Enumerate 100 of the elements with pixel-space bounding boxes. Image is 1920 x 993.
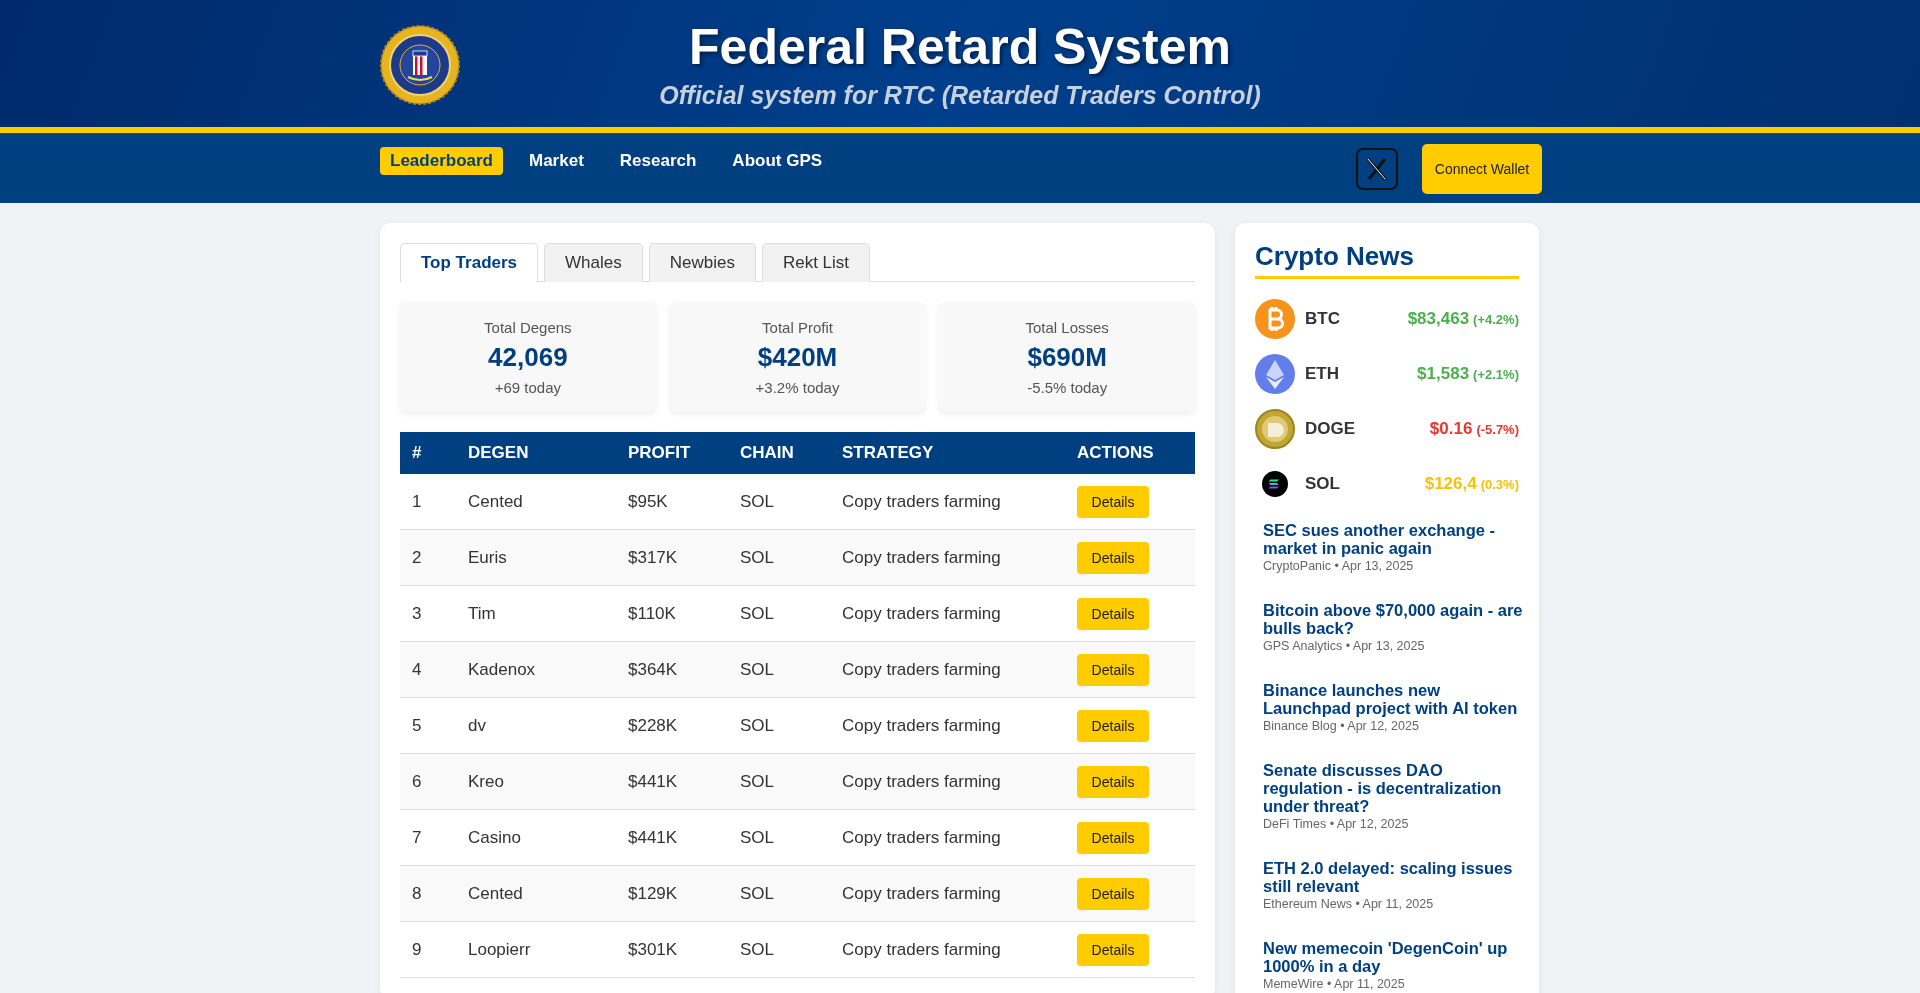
table-cell: 8: [400, 865, 456, 922]
details-button[interactable]: Details: [1077, 653, 1149, 686]
news-meta: CryptoPanic • Apr 13, 2025: [1263, 559, 1415, 573]
connect-wallet-button[interactable]: Connect Wallet: [1422, 143, 1542, 194]
nav-link[interactable]: Leaderboard: [380, 147, 503, 175]
news-title: Crypto News: [1255, 241, 1519, 279]
coin-change: (+4.2%): [1473, 311, 1519, 327]
news-headline[interactable]: New memecoin 'DegenCoin' up 1000% in a day: [1263, 939, 1527, 975]
news-meta: Ethereum News • Apr 11, 2025: [1263, 897, 1435, 911]
details-button[interactable]: Details: [1077, 597, 1149, 630]
coin-symbol: SOL: [1305, 474, 1341, 494]
table-cell: $228K: [616, 697, 728, 754]
table-cell: SOL: [728, 753, 830, 810]
table-cell: SOL: [728, 809, 830, 866]
coin-symbol: ETH: [1305, 364, 1340, 384]
table-cell: Copy traders farming: [830, 641, 1065, 698]
stat-change: +3.2% today: [755, 378, 840, 396]
stat-label: Total Degens: [484, 318, 572, 336]
table-cell: Kadenox: [456, 641, 616, 698]
stat-value: $420M: [757, 341, 838, 373]
table-cell: SOL: [728, 641, 830, 698]
column-header: CHAIN: [728, 432, 830, 474]
nav-link[interactable]: About GPS: [722, 147, 833, 175]
coin-symbol: DOGE: [1305, 419, 1357, 439]
news-headline[interactable]: Senate discusses DAO regulation - is decentralization under threat?: [1263, 761, 1527, 815]
table-cell: SOL: [728, 697, 830, 754]
table-cell: $95K: [616, 474, 728, 530]
column-header: ACTIONS: [1065, 432, 1195, 474]
coin-change: (+2.1%): [1473, 366, 1519, 382]
nav-link[interactable]: Market: [519, 147, 594, 175]
column-header: STRATEGY: [830, 432, 1065, 474]
table-cell: $301K: [616, 921, 728, 978]
stat-change: -5.5% today: [1027, 378, 1108, 396]
table-cell: Copy traders farming: [830, 921, 1065, 978]
table-cell: Euris: [456, 529, 616, 586]
coin-price: $83,463: [1407, 309, 1470, 329]
bitcoin-coin-icon: [1255, 299, 1295, 339]
table-cell: Copy traders farming: [830, 697, 1065, 754]
table-cell: dv: [456, 697, 616, 754]
details-button[interactable]: Details: [1077, 821, 1149, 854]
news-headline[interactable]: SEC sues another exchange - market in panic again: [1263, 521, 1527, 557]
coin-price: $1,583: [1417, 364, 1470, 384]
table-cell: Copy traders farming: [830, 865, 1065, 922]
solana-coin-icon: [1262, 471, 1288, 497]
table-cell: Copy traders farming: [830, 529, 1065, 586]
table-cell: SOL: [728, 474, 830, 530]
tab[interactable]: Newbies: [648, 243, 756, 282]
table-cell: SOL: [728, 585, 830, 642]
column-header: DEGEN: [456, 432, 616, 474]
stat-change: +69 today: [494, 378, 561, 396]
table-cell: $317K: [616, 529, 728, 586]
table-cell: SOL: [728, 865, 830, 922]
coin-price: $126,4: [1424, 474, 1477, 494]
tab[interactable]: Rekt List: [761, 243, 871, 282]
stat-value: 42,069: [488, 341, 568, 373]
table-cell: $441K: [616, 753, 728, 810]
table-cell: 5: [400, 697, 456, 754]
table-cell: $129K: [616, 865, 728, 922]
table-cell: Copy traders farming: [830, 474, 1065, 530]
details-button[interactable]: Details: [1077, 765, 1149, 798]
nav-link[interactable]: Research: [609, 147, 707, 175]
table-cell: 2: [400, 529, 456, 586]
details-button[interactable]: Details: [1077, 485, 1149, 518]
news-meta: MemeWire • Apr 11, 2025: [1263, 977, 1406, 991]
column-header: PROFIT: [616, 432, 728, 474]
coin-symbol: BTC: [1305, 309, 1341, 329]
x-logo-icon[interactable]: [1356, 147, 1398, 190]
details-button[interactable]: Details: [1077, 877, 1149, 910]
news-headline[interactable]: ETH 2.0 delayed: scaling issues still relevant: [1263, 859, 1527, 895]
ethereum-coin-icon: [1255, 354, 1295, 394]
table-cell: SOL: [728, 529, 830, 586]
dog-coin-icon: [1255, 409, 1295, 449]
coin-price: $0.16: [1429, 419, 1473, 439]
table-cell: 9: [400, 921, 456, 978]
tab[interactable]: Whales: [544, 243, 643, 282]
stat-value: $690M: [1027, 341, 1107, 373]
table-cell: 3: [400, 585, 456, 642]
news-meta: DeFi Times • Apr 12, 2025: [1263, 817, 1410, 831]
site-subtitle: Official system for RTC (Retarded Traders Control): [659, 80, 1261, 110]
news-headline[interactable]: Bitcoin above $70,000 again - are bulls back?: [1263, 601, 1527, 637]
details-button[interactable]: Details: [1077, 709, 1149, 742]
table-cell: $364K: [616, 641, 728, 698]
table-cell: Copy traders farming: [830, 753, 1065, 810]
seal-icon: [380, 24, 460, 105]
stat-label: Total Profit: [762, 318, 833, 336]
table-cell: Cented: [456, 865, 616, 922]
news-headline[interactable]: Binance launches new Launchpad project with AI token: [1263, 681, 1527, 717]
details-button[interactable]: Details: [1077, 933, 1149, 966]
table-cell: 4: [400, 641, 456, 698]
table-cell: 1: [400, 474, 456, 530]
tab[interactable]: Top Traders: [400, 243, 539, 282]
table-cell: Casino: [456, 809, 616, 866]
coin-change: (0.3%): [1480, 476, 1519, 492]
table-cell: Loopierr: [456, 921, 616, 978]
stat-label: Total Losses: [1025, 318, 1109, 336]
news-meta: Binance Blog • Apr 12, 2025: [1263, 719, 1420, 733]
table-cell: $110K: [616, 585, 728, 642]
coin-change: (-5.7%): [1476, 421, 1519, 437]
table-cell: Cented: [456, 474, 616, 530]
details-button[interactable]: Details: [1077, 541, 1149, 574]
